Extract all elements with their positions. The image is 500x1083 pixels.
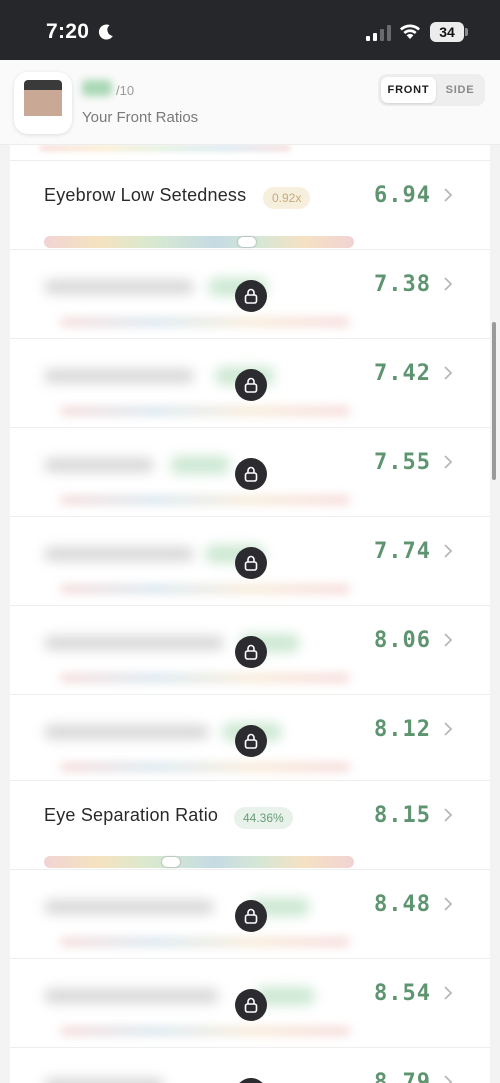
wifi-icon [400,24,420,39]
chevron-right-icon [444,633,453,647]
ratio-range-bar-blurred [60,938,350,946]
ratio-score: 7.38 [374,272,431,297]
battery-icon: 34 [430,22,464,42]
ratio-name-blurred [44,458,154,472]
chevron-right-icon [444,808,453,822]
ratio-value-badge: 0.92x [263,187,311,209]
battery-tip [465,28,468,36]
ratio-score: 8.12 [374,717,431,742]
ratio-range-bar-blurred [60,1027,350,1035]
ratio-range-bar [44,236,354,248]
ratios-header: /10 Your Front Ratios FRONT SIDE [0,60,500,145]
ratio-row-locked[interactable]: 8.06 [10,605,490,693]
ratio-row-eye-separation-ratio[interactable]: Eye Separation Ratio 44.36% 8.15 [10,780,490,868]
ratio-range-marker [238,237,256,247]
chevron-right-icon [444,277,453,291]
lock-icon[interactable] [235,725,267,757]
ratio-score: 8.06 [374,628,431,653]
lock-icon[interactable] [235,280,267,312]
ratio-score: 6.94 [374,183,431,208]
chevron-right-icon [444,897,453,911]
ratio-name-blurred [44,1078,164,1083]
ratio-row-eyebrow-low-setedness[interactable]: Eyebrow Low Setedness 0.92x 6.94 [10,160,490,248]
ratio-score: 8.79 [374,1070,431,1083]
ratio-score: 8.54 [374,981,431,1006]
ratio-list: Eyebrow Low Setedness 0.92x 6.94 7.38 7.… [10,145,490,1083]
chevron-right-icon [444,544,453,558]
ratio-name-blurred [44,725,209,739]
lock-icon[interactable] [235,1078,267,1083]
lock-icon[interactable] [235,989,267,1021]
ratio-row-locked[interactable]: 8.79 [10,1047,490,1083]
tab-side[interactable]: SIDE [438,77,482,103]
moon-icon [98,24,113,40]
ratio-badge-blurred [170,456,230,474]
ratio-name-blurred [44,369,194,383]
ratio-name-blurred [44,636,224,650]
ratio-range-bar-blurred [60,674,350,682]
status-bar: 7:20 34 [0,0,500,60]
chevron-right-icon [444,188,453,202]
ratio-row-locked[interactable]: 8.12 [10,694,490,782]
ratio-row-locked[interactable]: 8.48 [10,869,490,957]
ratio-row-locked[interactable]: 8.54 [10,958,490,1046]
page-title: Your Front Ratios [82,109,199,126]
lock-icon[interactable] [235,636,267,668]
front-side-toggle: FRONT SIDE [378,74,485,106]
ratio-score: 7.55 [374,450,431,475]
chevron-right-icon [444,366,453,380]
avatar-photo [24,80,62,126]
ratio-name-blurred [44,280,194,294]
ratio-row-locked[interactable]: 7.74 [10,516,490,604]
previous-row-bar [40,145,290,151]
avatar[interactable] [14,72,72,134]
lock-icon[interactable] [235,369,267,401]
ratio-range-marker [162,857,180,867]
ratio-name-blurred [44,547,194,561]
status-time: 7:20 [46,20,90,43]
ratio-score: 8.15 [374,803,431,828]
ratio-range-bar [44,856,354,868]
ratio-range-bar-blurred [60,318,350,326]
ratio-name: Eyebrow Low Setedness [44,185,247,205]
scrollbar[interactable] [492,322,496,480]
tab-front[interactable]: FRONT [381,77,436,103]
lock-icon[interactable] [235,458,267,490]
ratio-score: 7.74 [374,539,431,564]
ratio-score: 8.48 [374,892,431,917]
ratio-range-bar-blurred [60,585,350,593]
ratio-range-bar-blurred [60,763,350,771]
ratio-value-badge: 44.36% [234,807,293,829]
ratio-score: 7.42 [374,361,431,386]
ratio-row-locked[interactable]: 7.38 [10,249,490,337]
battery-level: 34 [439,24,455,40]
chevron-right-icon [444,1075,453,1083]
ratio-row-locked[interactable]: 7.55 [10,427,490,515]
ratio-name: Eye Separation Ratio [44,805,219,825]
ratio-row-locked[interactable]: 7.42 [10,338,490,426]
chevron-right-icon [444,986,453,1000]
overall-score-blurred [82,80,112,96]
ratio-name-blurred [44,900,214,914]
lock-icon[interactable] [235,900,267,932]
chevron-right-icon [444,455,453,469]
ratio-name-blurred [44,989,219,1003]
cellular-signal-icon [366,25,391,41]
ratio-range-bar-blurred [60,407,350,415]
ratio-range-bar-blurred [60,496,350,504]
lock-icon[interactable] [235,547,267,579]
score-suffix: /10 [116,83,135,98]
chevron-right-icon [444,722,453,736]
